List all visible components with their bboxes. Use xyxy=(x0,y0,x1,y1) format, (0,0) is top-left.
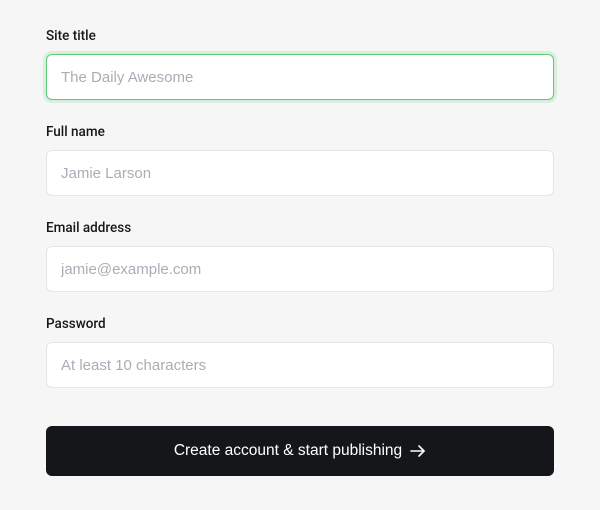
setup-form: Site title Full name Email address Passw… xyxy=(46,28,554,476)
full-name-label: Full name xyxy=(46,124,554,140)
arrow-right-icon xyxy=(410,444,426,458)
full-name-field: Full name xyxy=(46,124,554,196)
site-title-input[interactable] xyxy=(46,54,554,100)
email-input[interactable] xyxy=(46,246,554,292)
site-title-label: Site title xyxy=(46,28,554,44)
password-field: Password xyxy=(46,316,554,388)
create-account-button[interactable]: Create account & start publishing xyxy=(46,426,554,476)
password-input[interactable] xyxy=(46,342,554,388)
submit-button-label: Create account & start publishing xyxy=(174,442,402,460)
password-label: Password xyxy=(46,316,554,332)
site-title-field: Site title xyxy=(46,28,554,100)
email-label: Email address xyxy=(46,220,554,236)
full-name-input[interactable] xyxy=(46,150,554,196)
email-field: Email address xyxy=(46,220,554,292)
